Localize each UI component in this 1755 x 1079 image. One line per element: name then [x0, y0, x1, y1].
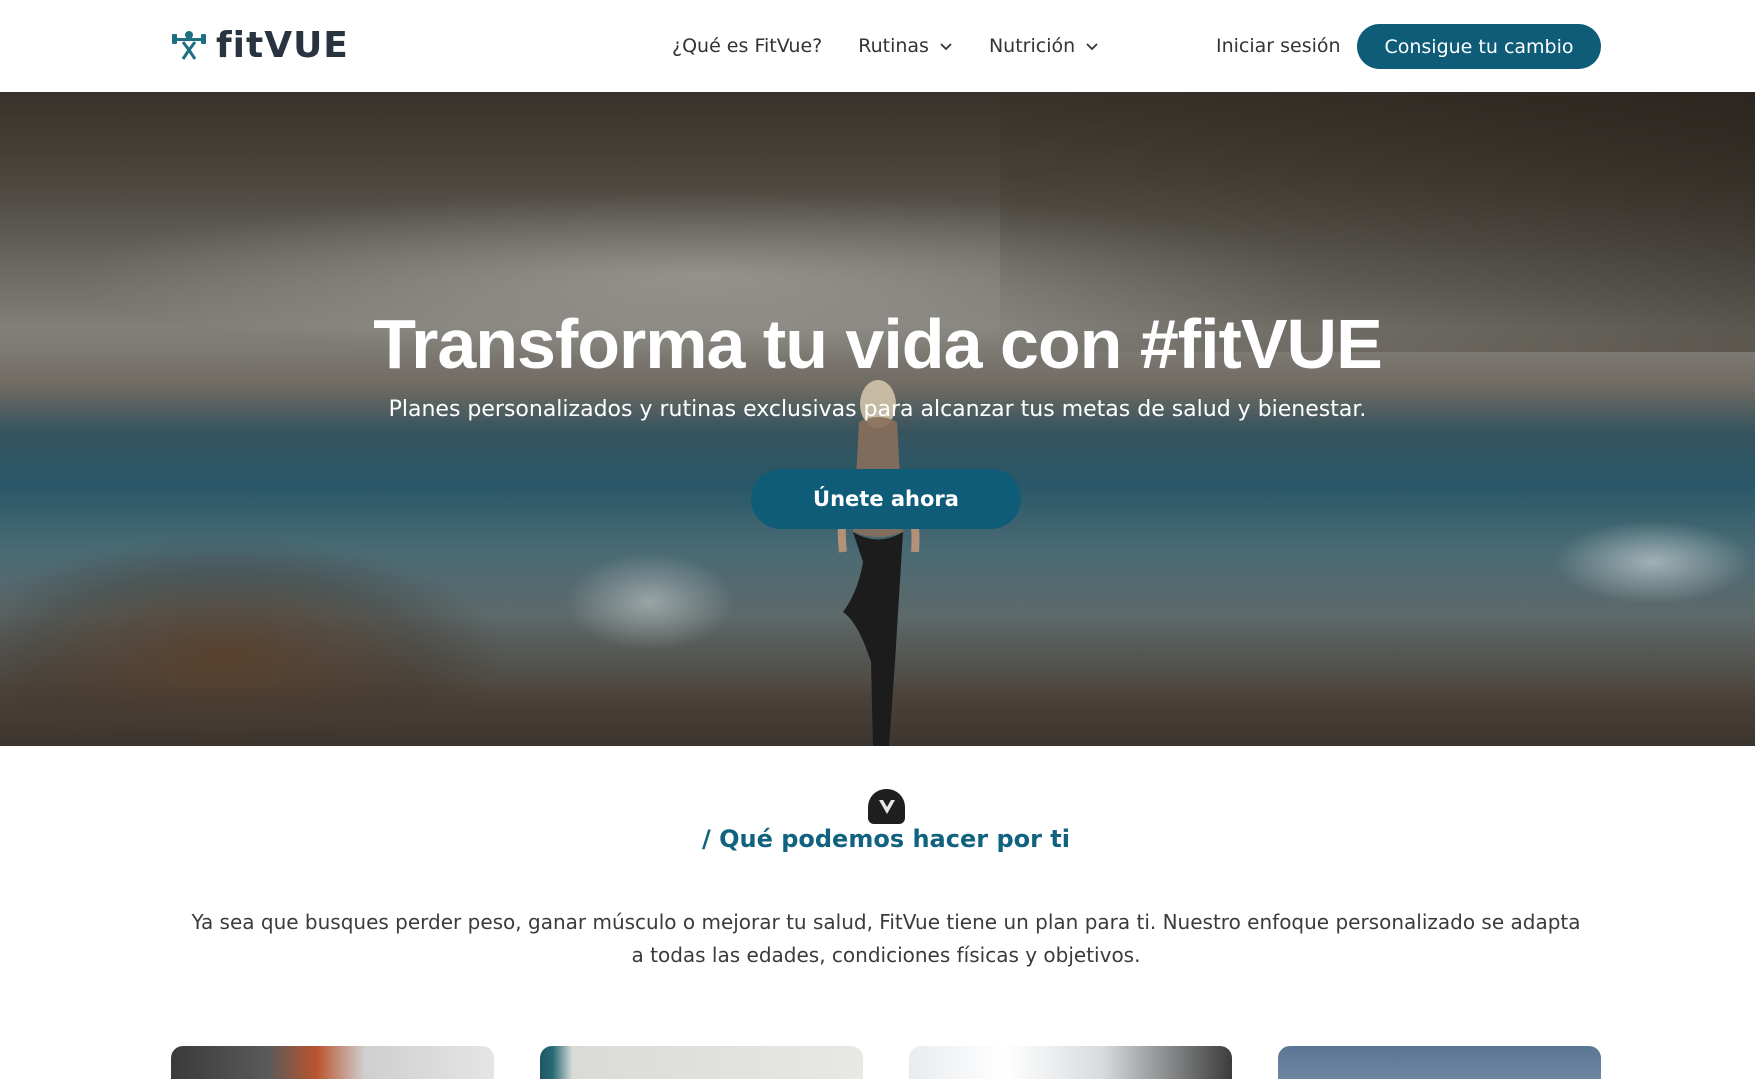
nav-item-que-es-fitvue[interactable]: ¿Qué es FitVue?	[672, 35, 822, 57]
nav-item-nutricion[interactable]: Nutrición	[989, 35, 1099, 57]
vue-badge	[868, 789, 905, 824]
hero-title: Transforma tu vida con #fitVUE	[373, 305, 1383, 383]
brand-logo[interactable]: fitVUE	[170, 22, 349, 68]
hero-background-waves	[1500, 502, 1755, 622]
site-header: fitVUE ¿Qué es FitVue? Rutinas Nutrición…	[0, 0, 1755, 92]
nav-item-rutinas[interactable]: Rutinas	[858, 35, 953, 57]
join-now-button[interactable]: Únete ahora	[751, 469, 1021, 529]
brand-name: fitVUE	[216, 24, 349, 66]
section-title: / Qué podemos hacer por ti	[701, 825, 1071, 853]
nav-item-label: Nutrición	[988, 35, 1076, 57]
section-description: Ya sea que busques perder peso, ganar mú…	[191, 910, 1581, 967]
program-card[interactable]	[909, 1046, 1232, 1079]
login-link[interactable]: Iniciar sesión	[1216, 0, 1341, 92]
chevron-down-icon	[1086, 43, 1098, 51]
chevron-down-icon	[940, 43, 952, 51]
main-nav: ¿Qué es FitVue? Rutinas Nutrición	[672, 0, 1099, 92]
program-card[interactable]	[540, 1046, 863, 1079]
nav-item-label: ¿Qué es FitVue?	[672, 35, 823, 57]
program-card[interactable]	[171, 1046, 494, 1079]
hero-subtitle: Planes personalizados y rutinas exclusiv…	[388, 397, 1367, 422]
hero-banner: Transforma tu vida con #fitVUE Planes pe…	[0, 92, 1755, 746]
dumbbell-person-icon	[172, 31, 206, 60]
program-cards	[171, 1046, 1601, 1079]
program-card[interactable]	[1278, 1046, 1601, 1079]
get-started-button[interactable]: Consigue tu cambio	[1357, 24, 1601, 69]
nav-item-label: Rutinas	[858, 35, 929, 57]
vue-v-icon	[878, 799, 895, 814]
